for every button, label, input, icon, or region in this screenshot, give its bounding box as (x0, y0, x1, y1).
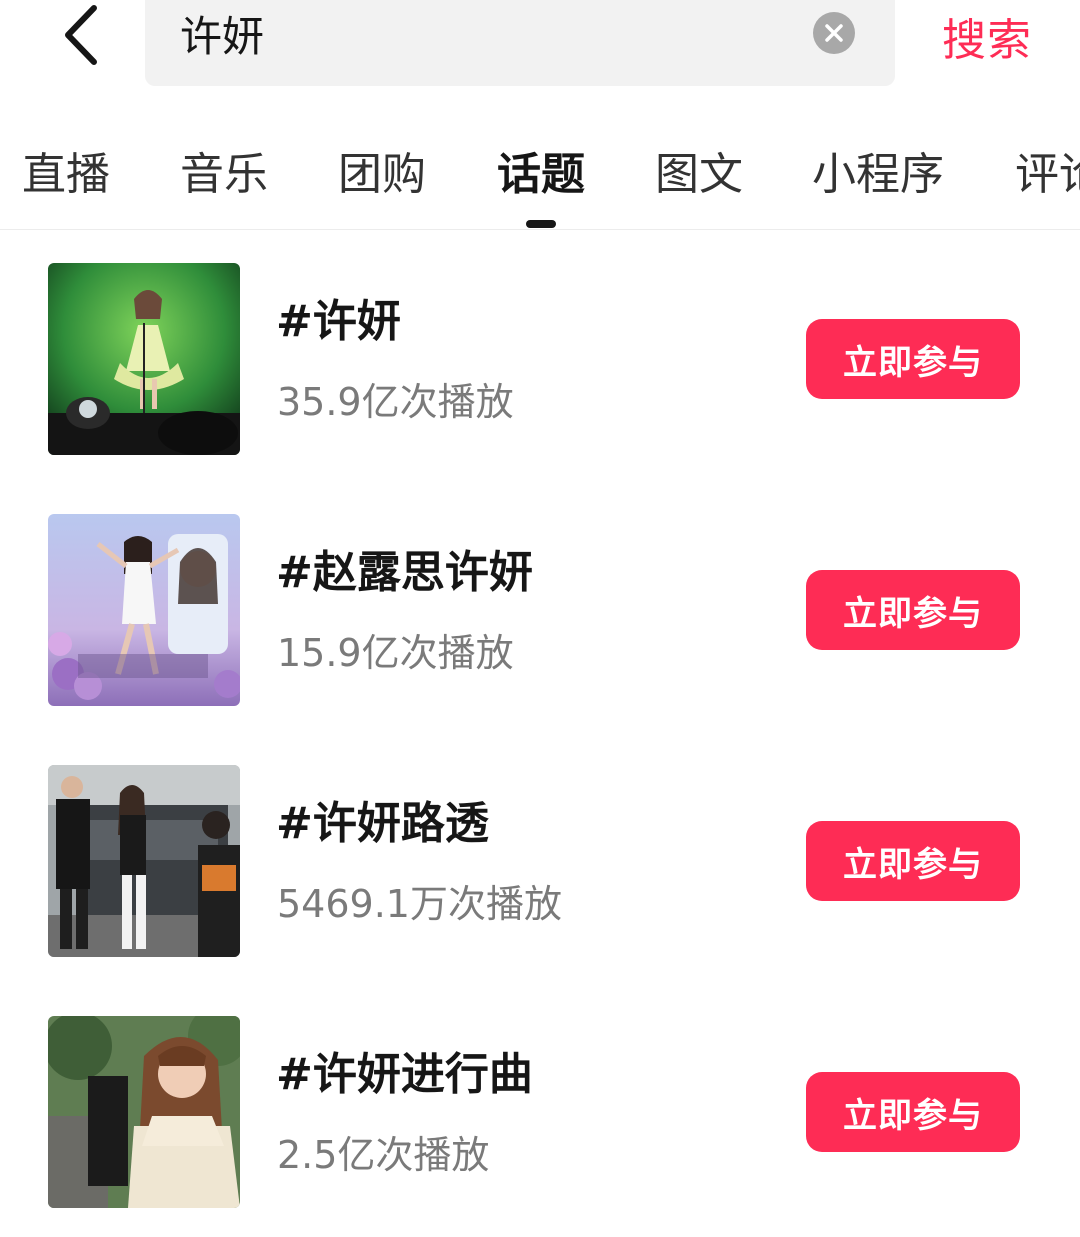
join-topic-button[interactable]: 立即参与 (806, 821, 1020, 901)
close-icon (825, 24, 843, 42)
search-box[interactable] (145, 0, 895, 86)
search-header: 搜索 (0, 0, 1080, 110)
chevron-left-icon (65, 5, 97, 65)
category-tabs: 直播 音乐 团购 话题 图文 小程序 评论 (0, 110, 1080, 230)
tab-image-text[interactable]: 图文 (655, 138, 743, 202)
join-topic-button[interactable]: 立即参与 (806, 1072, 1020, 1152)
tab-group-buy[interactable]: 团购 (338, 138, 426, 202)
topic-row[interactable]: #许妍路透 5469.1万次播放 立即参与 (0, 765, 1080, 965)
topic-thumbnail[interactable] (48, 263, 240, 455)
topic-row[interactable]: #许妍进行曲 2.5亿次播放 立即参与 (0, 1016, 1080, 1216)
topic-title[interactable]: #赵露思许妍 (276, 536, 533, 600)
tab-music[interactable]: 音乐 (180, 138, 268, 202)
topic-title[interactable]: #许妍进行曲 (276, 1038, 533, 1102)
topic-title[interactable]: #许妍 (276, 285, 401, 349)
clear-search-button[interactable] (813, 12, 855, 54)
topic-thumbnail[interactable] (48, 1016, 240, 1208)
join-topic-button[interactable]: 立即参与 (806, 319, 1020, 399)
tab-comments[interactable]: 评论 (1015, 138, 1080, 202)
topic-title[interactable]: #许妍路透 (276, 787, 489, 851)
topic-row[interactable]: #许妍 35.9亿次播放 立即参与 (0, 263, 1080, 463)
topic-row[interactable]: #赵露思许妍 15.9亿次播放 立即参与 (0, 514, 1080, 714)
tab-topics[interactable]: 话题 (497, 138, 585, 202)
tab-mini-program[interactable]: 小程序 (812, 138, 944, 202)
search-results-page: 搜索 直播 音乐 团购 话题 图文 小程序 评论 (0, 0, 1080, 1237)
topic-play-count: 5469.1万次播放 (277, 882, 562, 926)
topic-play-count: 35.9亿次播放 (277, 380, 514, 424)
search-input[interactable] (180, 0, 780, 66)
topic-play-count: 2.5亿次播放 (277, 1133, 490, 1177)
topic-play-count: 15.9亿次播放 (277, 631, 514, 675)
topic-thumbnail[interactable] (48, 765, 240, 957)
active-tab-indicator (526, 220, 556, 228)
join-topic-button[interactable]: 立即参与 (806, 570, 1020, 650)
tab-live[interactable]: 直播 (22, 138, 110, 202)
search-button[interactable]: 搜索 (942, 4, 1032, 68)
topic-thumbnail[interactable] (48, 514, 240, 706)
back-button[interactable] (40, 0, 120, 70)
